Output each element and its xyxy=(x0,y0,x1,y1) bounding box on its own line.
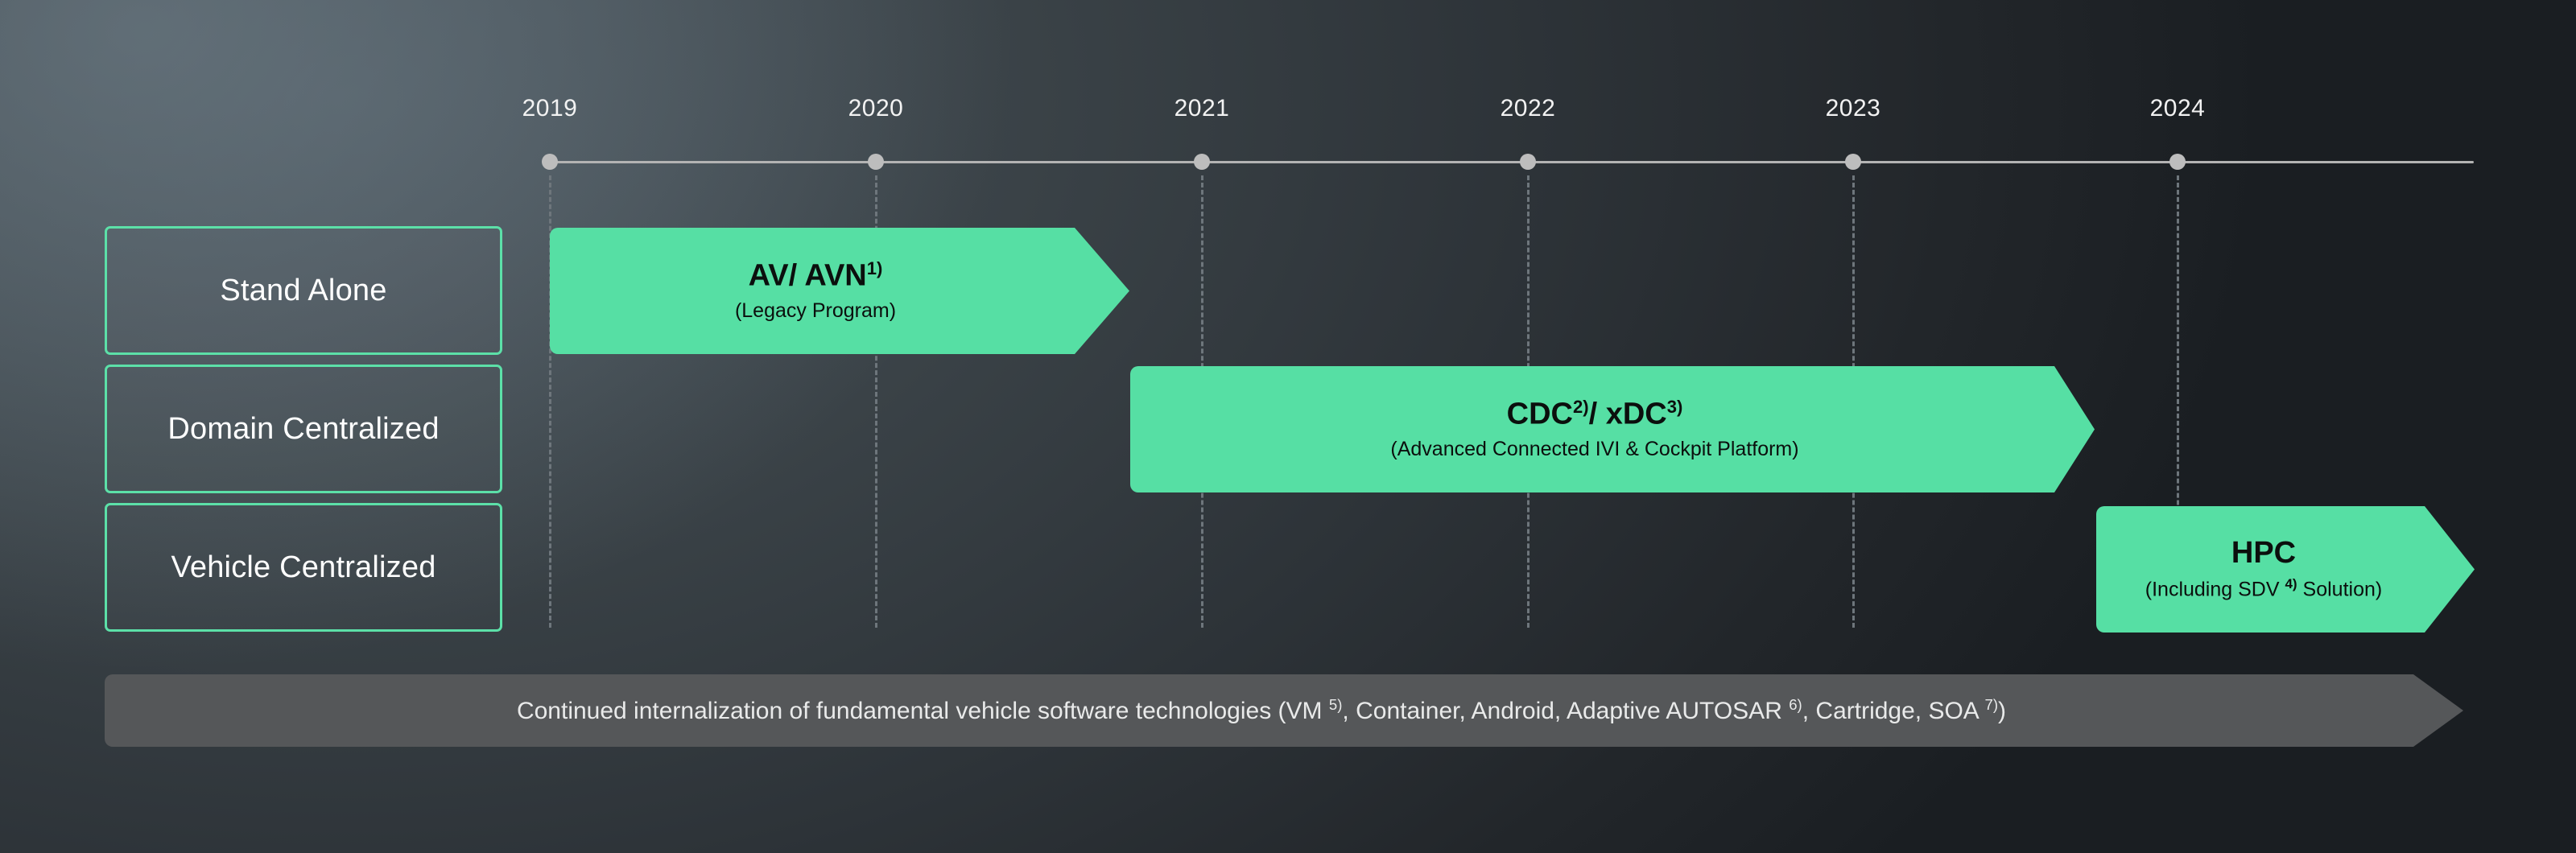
phase-subtitle: (Advanced Connected IVI & Cockpit Platfo… xyxy=(1390,437,1798,461)
phase-subtitle: (Including SDV 4) Solution) xyxy=(2145,576,2382,601)
timeline-dot-2024[interactable] xyxy=(2169,154,2186,170)
timeline-year-2023: 2023 xyxy=(1825,95,1881,122)
timeline-year-2022: 2022 xyxy=(1500,95,1556,122)
timeline-year-2024: 2024 xyxy=(2149,95,2206,122)
footer-footnote-7: 7) xyxy=(1984,696,1999,713)
timeline-dot-2022[interactable] xyxy=(1520,154,1536,170)
timeline-dot-2021[interactable] xyxy=(1194,154,1210,170)
phase-arrow-cdc-xdc[interactable]: CDC2)/ xDC3) (Advanced Connected IVI & C… xyxy=(1130,366,2095,492)
timeline-year-2021: 2021 xyxy=(1174,95,1230,122)
phase-title: CDC2)/ xDC3) xyxy=(1507,398,1683,431)
category-label: Stand Alone xyxy=(220,273,387,307)
timeline-year-2020: 2020 xyxy=(848,95,904,122)
category-box-vehicle-centralized[interactable]: Vehicle Centralized xyxy=(105,503,502,632)
category-label: Domain Centralized xyxy=(167,411,440,446)
footer-text: Continued internalization of fundamental… xyxy=(517,696,2006,725)
phase-title: HPC xyxy=(2231,537,2296,569)
phase-title-footnote: 1) xyxy=(866,258,883,278)
phase-subtitle-text: (Legacy Program) xyxy=(734,299,897,323)
footer-text-part2: , Container, Android, Adaptive AUTOSAR xyxy=(1342,698,1790,724)
category-label: Vehicle Centralized xyxy=(171,550,436,584)
phase-title-text: CDC xyxy=(1506,397,1573,431)
timeline-year-2019: 2019 xyxy=(522,95,578,122)
footer-text-part4: ) xyxy=(1998,698,2007,724)
phase-title-footnote-2: 3) xyxy=(1666,396,1683,417)
timeline-dot-2023[interactable] xyxy=(1845,154,1861,170)
footer-banner[interactable]: Continued internalization of fundamental… xyxy=(105,674,2463,747)
slide-canvas: 2019 2020 2021 2022 2023 2024 Stand Alon… xyxy=(0,0,2576,853)
timeline-dot-2019[interactable] xyxy=(542,154,558,170)
phase-subtitle-footnote: 4) xyxy=(2285,576,2297,592)
phase-subtitle-text: (Including SDV xyxy=(2145,578,2285,601)
phase-title-text: AV/ AVN xyxy=(748,258,867,293)
phase-arrow-hpc[interactable]: HPC (Including SDV 4) Solution) xyxy=(2096,506,2475,633)
footer-text-part1: Continued internalization of fundamental… xyxy=(516,698,1329,724)
phase-subtitle: (Legacy Program) xyxy=(735,299,896,323)
phase-subtitle-text: (Advanced Connected IVI & Cockpit Platfo… xyxy=(1390,438,1799,461)
timeline-dot-2020[interactable] xyxy=(868,154,884,170)
category-box-stand-alone[interactable]: Stand Alone xyxy=(105,226,502,355)
phase-title-text: HPC xyxy=(2231,536,2297,571)
phase-title-footnote: 2) xyxy=(1573,396,1589,417)
phase-title-text-2: / xDC xyxy=(1588,397,1667,431)
phase-subtitle-text-2: Solution) xyxy=(2297,578,2383,601)
category-box-domain-centralized[interactable]: Domain Centralized xyxy=(105,365,502,493)
footer-footnote-5: 5) xyxy=(1328,696,1343,713)
footer-text-part3: , Cartridge, SOA xyxy=(1802,698,1985,724)
phase-title: AV/ AVN1) xyxy=(749,259,883,292)
phase-arrow-av-avn[interactable]: AV/ AVN1) (Legacy Program) xyxy=(550,228,1129,354)
footer-footnote-6: 6) xyxy=(1789,696,1802,713)
